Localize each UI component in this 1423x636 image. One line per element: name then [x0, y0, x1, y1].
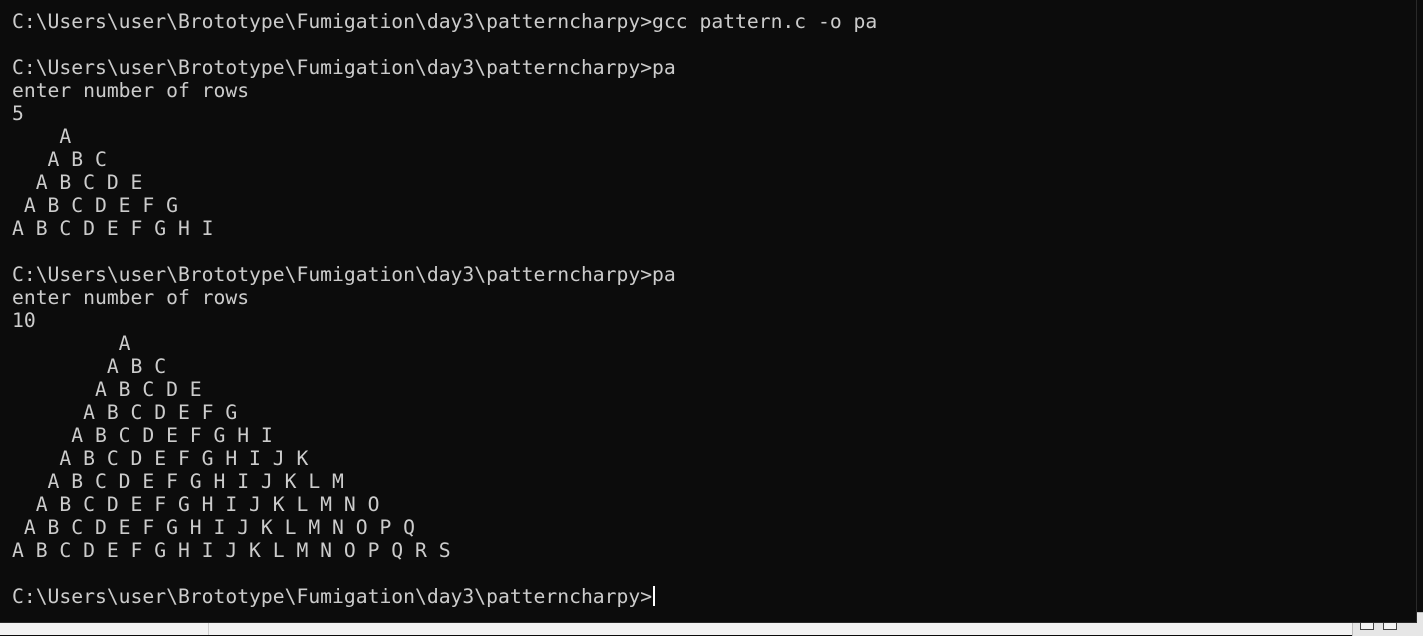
terminal-prompt: C:\Users\user\Brototype\Fumigation\day3\… [12, 585, 653, 608]
terminal-line: A B C D E F G H I J K L M N O P Q [12, 516, 415, 539]
terminal-window[interactable]: C:\Users\user\Brototype\Fumigation\day3\… [0, 0, 1417, 623]
terminal-line: A B C [12, 148, 107, 171]
terminal-line: A B C D E F G [12, 194, 178, 217]
terminal-line: A B C [12, 355, 167, 378]
terminal-line: A B C D E F G H I [12, 217, 214, 240]
terminal-line: C:\Users\user\Brototype\Fumigation\day3\… [12, 10, 878, 33]
terminal-line: A B C D E F G H I J K L M N O [12, 493, 380, 516]
text-cursor [653, 586, 656, 606]
terminal-line: A [12, 332, 131, 355]
terminal-line: enter number of rows [12, 286, 250, 309]
terminal-line: 10 [12, 309, 36, 332]
terminal-line: A B C D E F G H I J K L M N O P Q R S [12, 539, 451, 562]
terminal-prompt-line[interactable]: C:\Users\user\Brototype\Fumigation\day3\… [12, 585, 656, 608]
terminal-line: A B C D E [12, 378, 202, 401]
terminal-line: A B C D E [12, 171, 143, 194]
desktop-divider [208, 622, 209, 635]
terminal-line: A B C D E F G H I J K L M [12, 470, 344, 493]
terminal-line: C:\Users\user\Brototype\Fumigation\day3\… [12, 263, 676, 286]
terminal-line: A B C D E F G [12, 401, 238, 424]
terminal-line: 5 [12, 102, 24, 125]
desktop-background [0, 622, 1423, 635]
terminal-line: C:\Users\user\Brototype\Fumigation\day3\… [12, 56, 676, 79]
terminal-line: A [12, 125, 72, 148]
terminal-line: enter number of rows [12, 79, 250, 102]
terminal-line: A B C D E F G H I [12, 424, 273, 447]
terminal-line: A B C D E F G H I J K [12, 447, 309, 470]
